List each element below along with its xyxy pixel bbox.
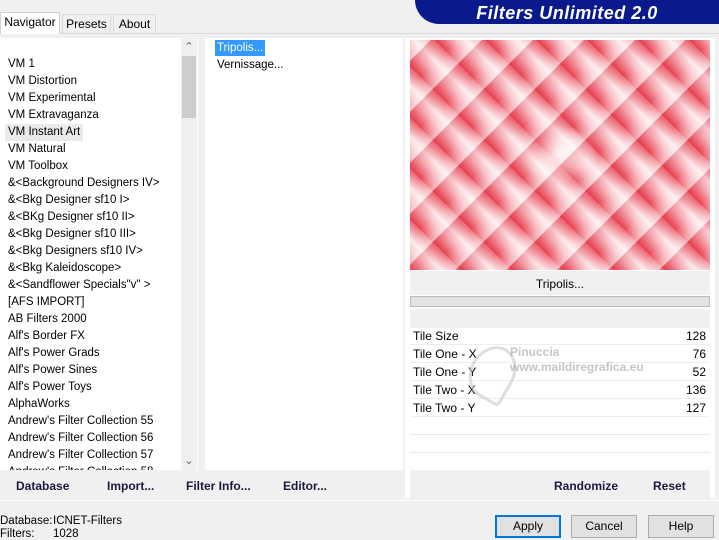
category-item[interactable]: Alf's Power Grads <box>8 345 100 362</box>
category-item[interactable]: Andrew's Filter Collection 55 <box>8 413 153 430</box>
randomize-button[interactable]: Randomize <box>554 479 618 493</box>
cancel-button[interactable]: Cancel <box>571 515 637 538</box>
category-item[interactable]: VM Extravaganza <box>8 107 99 124</box>
help-button[interactable]: Help <box>648 515 714 538</box>
database-status-value: ICNET-Filters <box>53 515 122 527</box>
category-item[interactable]: [AFS IMPORT] <box>8 294 84 311</box>
parameter-value[interactable]: 128 <box>686 327 706 345</box>
filter-info-button[interactable]: Filter Info... <box>186 479 251 493</box>
parameter-name: Tile One - Y <box>413 365 477 379</box>
preview-image <box>410 40 710 270</box>
editor-button[interactable]: Editor... <box>283 479 327 493</box>
category-item[interactable]: Alf's Power Toys <box>8 379 92 396</box>
parameter-slider[interactable] <box>410 296 710 307</box>
parameter-name: Tile One - X <box>413 347 477 361</box>
category-item[interactable]: &<Bkg Designers sf10 IV> <box>8 243 143 260</box>
parameter-value[interactable]: 52 <box>693 363 706 381</box>
database-button[interactable]: Database <box>16 479 69 493</box>
category-item[interactable]: &<BKg Designer sf10 II> <box>8 209 135 226</box>
reset-button[interactable]: Reset <box>653 479 686 493</box>
category-item[interactable]: VM Natural <box>8 141 66 158</box>
parameter-value[interactable]: 136 <box>686 381 706 399</box>
parameter-name: Tile Two - X <box>413 383 476 397</box>
category-item[interactable]: AB Filters 2000 <box>8 311 87 328</box>
parameter-value[interactable]: 127 <box>686 399 706 417</box>
category-item[interactable]: Andrew's Filter Collection 57 <box>8 447 153 464</box>
category-item[interactable]: Andrew's Filter Collection 56 <box>8 430 153 447</box>
filter-item[interactable]: Vernissage... <box>215 57 285 73</box>
parameter-name: Tile Two - Y <box>413 401 476 415</box>
category-item[interactable]: &<Sandflower Specials"v" > <box>8 277 150 294</box>
parameter-name: Tile Size <box>413 329 459 343</box>
category-item[interactable]: &<Bkg Kaleidoscope> <box>8 260 121 277</box>
title-banner: Filters Unlimited 2.0 <box>415 0 719 24</box>
category-item[interactable]: VM Distortion <box>8 73 77 90</box>
database-status-label: Database: <box>0 515 53 527</box>
tab-about[interactable]: About <box>113 14 156 33</box>
apply-button[interactable]: Apply <box>495 515 561 538</box>
category-item[interactable]: VM Instant Art <box>5 124 84 141</box>
parameter-row[interactable]: Tile One - Y 52 <box>410 363 710 381</box>
category-item[interactable]: &<Background Designers IV> <box>8 175 160 192</box>
category-item[interactable]: &<Bkg Designer sf10 III> <box>8 226 136 243</box>
category-item[interactable]: AlphaWorks <box>8 396 70 413</box>
tab-divider <box>0 33 719 34</box>
category-item[interactable]: VM 1 <box>8 56 35 73</box>
parameter-row[interactable]: Tile Two - X 136 <box>410 381 710 399</box>
divider <box>410 434 710 435</box>
filter-list[interactable]: Tripolis... Vernissage... <box>205 38 403 470</box>
slider-area <box>410 309 710 328</box>
category-item[interactable]: VM Toolbox <box>8 158 68 175</box>
import-button[interactable]: Import... <box>107 479 154 493</box>
parameter-row[interactable]: Tile Size 128 <box>410 327 710 345</box>
category-item[interactable]: VM Experimental <box>8 90 96 107</box>
filters-count-label: Filters: <box>0 528 35 540</box>
category-item[interactable]: &<Bkg Designer sf10 I> <box>8 192 129 209</box>
category-list[interactable]: VM 1 VM Distortion VM Experimental VM Extra… <box>0 38 198 470</box>
divider <box>410 452 710 453</box>
parameter-row[interactable]: Tile Two - Y 127 <box>410 399 710 417</box>
filters-count-value: 1028 <box>53 528 79 540</box>
tab-navigator[interactable]: Navigator <box>0 12 60 34</box>
parameter-value[interactable]: 76 <box>693 345 706 363</box>
scroll-down-icon[interactable]: ⌄ <box>181 453 197 469</box>
separator <box>0 500 719 501</box>
preview-filter-name: Tripolis... <box>410 271 710 295</box>
filter-item[interactable]: Tripolis... <box>215 40 266 56</box>
tab-presets[interactable]: Presets <box>62 14 111 33</box>
parameter-row[interactable]: Tile One - X 76 <box>410 345 710 363</box>
category-item[interactable]: Alf's Power Sines <box>8 362 97 379</box>
scroll-up-icon[interactable]: ⌃ <box>181 39 197 55</box>
category-item[interactable]: Alf's Border FX <box>8 328 85 345</box>
scrollbar-thumb[interactable] <box>182 56 196 118</box>
